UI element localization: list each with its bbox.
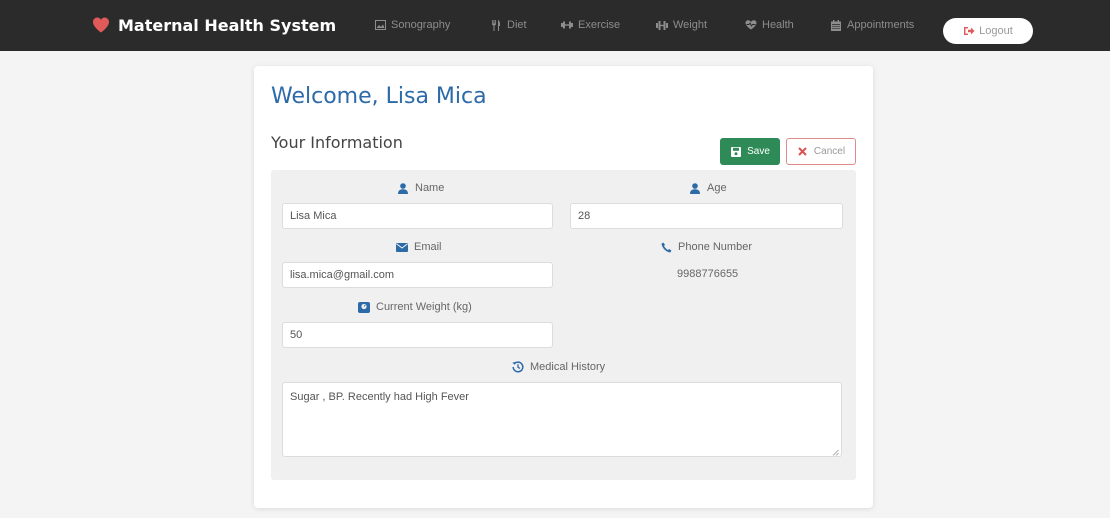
utensils-icon <box>490 19 502 31</box>
save-icon <box>730 146 741 157</box>
close-icon <box>797 146 808 157</box>
history-icon <box>512 361 524 373</box>
name-label: Name <box>397 180 444 196</box>
top-navbar: Maternal Health System Sonography Diet E… <box>0 0 1110 51</box>
email-label: Email <box>396 239 442 255</box>
nav-label: Diet <box>507 19 527 31</box>
logout-button[interactable]: Logout <box>943 18 1033 44</box>
nav-item-appointments[interactable]: Appointments <box>830 17 914 33</box>
heart-pulse-icon <box>745 19 757 31</box>
page-title: Welcome, Lisa Mica <box>271 84 487 109</box>
section-title: Your Information <box>271 133 403 152</box>
nav-item-diet[interactable]: Diet <box>490 17 527 33</box>
phone-label: Phone Number <box>660 239 752 255</box>
cancel-label: Cancel <box>813 146 846 157</box>
email-input[interactable]: lisa.mica@gmail.com <box>282 262 553 288</box>
weight-icon <box>656 19 668 31</box>
logout-label: Logout <box>979 25 1013 37</box>
name-input[interactable]: Lisa Mica <box>282 203 553 229</box>
nav-item-weight[interactable]: Weight <box>656 17 707 33</box>
weight-label: Current Weight (kg) <box>358 299 472 315</box>
phone-icon <box>660 241 672 253</box>
nav-label: Exercise <box>578 19 621 31</box>
phone-value: 9988776655 <box>677 268 739 280</box>
nav-label: Weight <box>673 19 708 31</box>
nav-item-sonography[interactable]: Sonography <box>374 17 450 33</box>
calendar-icon <box>830 19 842 31</box>
cancel-button[interactable]: Cancel <box>786 138 856 165</box>
weight-input[interactable]: 50 <box>282 322 553 348</box>
image-icon <box>374 19 386 31</box>
nav-item-exercise[interactable]: Exercise <box>561 17 620 33</box>
heart-icon <box>92 17 110 34</box>
age-input[interactable]: 28 <box>570 203 843 229</box>
nav-label: Sonography <box>391 19 451 31</box>
medical-history-textarea[interactable]: Sugar , BP. Recently had High Fever <box>282 382 842 457</box>
save-button[interactable]: Save <box>720 138 780 165</box>
brand-title: Maternal Health System <box>118 15 337 35</box>
nav-item-health[interactable]: Health <box>745 17 794 33</box>
resize-grip-icon[interactable] <box>832 447 839 456</box>
medical-history-label: Medical History <box>512 359 605 375</box>
nav-label: Health <box>762 19 794 31</box>
user-icon <box>689 182 701 194</box>
envelope-icon <box>396 241 408 253</box>
save-label: Save <box>747 146 770 157</box>
age-label: Age <box>689 180 727 196</box>
brand[interactable]: Maternal Health System <box>92 14 336 36</box>
user-icon <box>397 182 409 194</box>
sign-out-icon <box>963 25 975 37</box>
medical-history-value: Sugar , BP. Recently had High Fever <box>290 391 469 403</box>
profile-card: Welcome, Lisa Mica Your Information Save… <box>254 66 873 508</box>
nav-label: Appointments <box>847 19 915 31</box>
dumbbell-icon <box>561 19 573 31</box>
info-form: Name Lisa Mica Age 28 Email lisa.mica@gm… <box>271 170 856 480</box>
scale-icon <box>358 301 370 313</box>
